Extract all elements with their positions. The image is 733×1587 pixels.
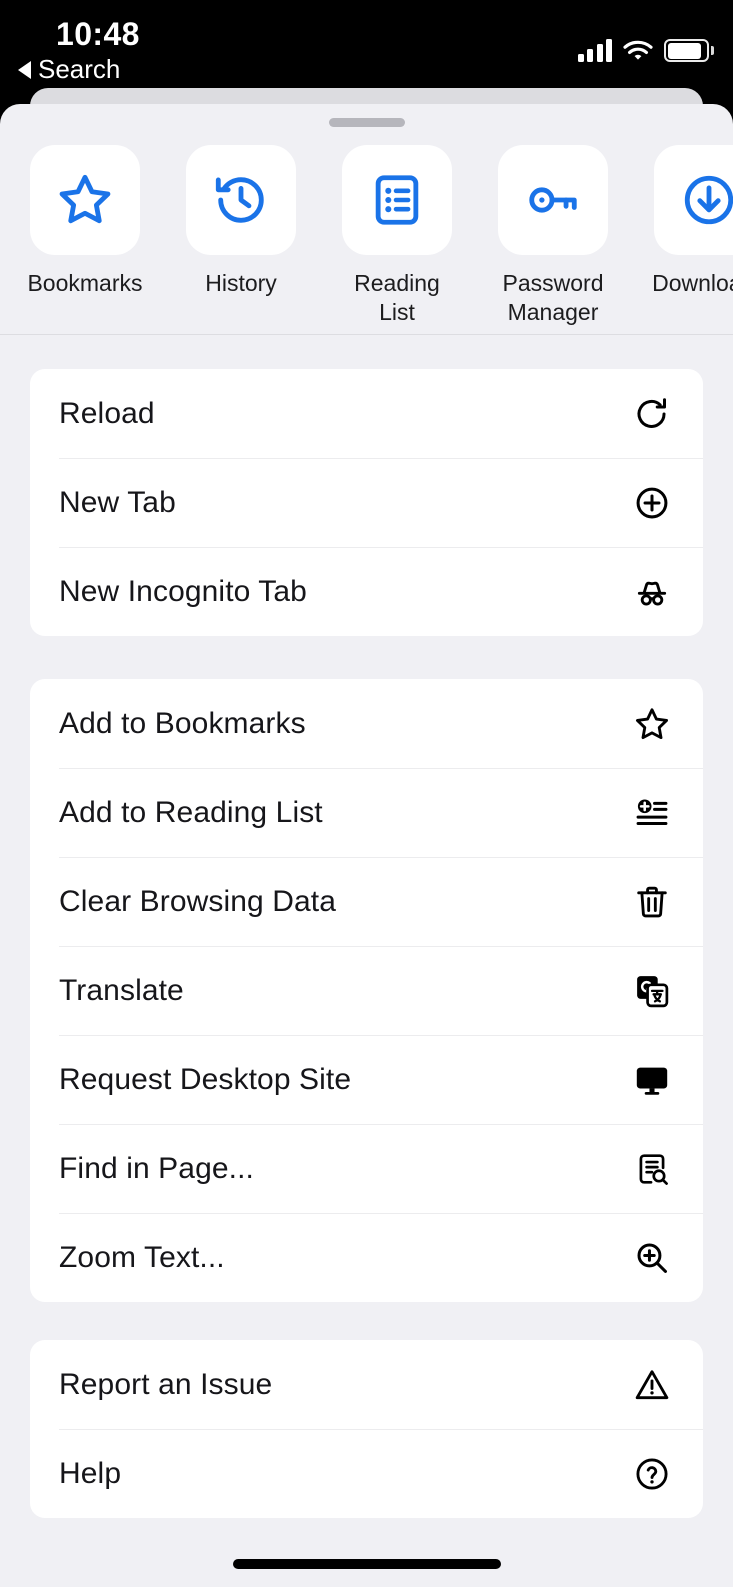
menu-item-request-desktop-site[interactable]: Request Desktop Site <box>30 1035 703 1124</box>
menu-item-new-incognito-tab[interactable]: New Incognito Tab <box>30 547 703 636</box>
key-icon <box>498 145 608 255</box>
shortcut-reading-list[interactable]: Reading List <box>342 145 452 334</box>
desktop-monitor-icon <box>609 1061 695 1099</box>
reading-list-icon <box>342 145 452 255</box>
wifi-icon <box>623 39 653 62</box>
menu-item-clear-browsing-data[interactable]: Clear Browsing Data <box>30 857 703 946</box>
trash-icon <box>609 883 695 921</box>
menu-item-help[interactable]: Help <box>30 1429 703 1518</box>
menu-item-label: Add to Bookmarks <box>59 706 306 740</box>
status-bar-indicators <box>577 28 714 62</box>
help-circle-icon <box>609 1455 695 1493</box>
shortcut-label: Reading List <box>354 270 440 325</box>
shortcut-label: Bookmarks <box>27 270 143 296</box>
zoom-in-magnifier-icon <box>609 1239 695 1277</box>
history-clock-icon <box>186 145 296 255</box>
menu-item-translate[interactable]: Translate <box>30 946 703 1035</box>
menu-item-label: Report an Issue <box>59 1367 273 1401</box>
shortcut-label: History <box>205 270 277 296</box>
menu-item-label: Help <box>59 1456 122 1490</box>
menu-item-label: Find in Page... <box>59 1151 254 1185</box>
menu-item-label: Reload <box>59 396 155 430</box>
shortcut-label: Downloads <box>652 270 733 296</box>
menu-item-label: New Tab <box>59 485 176 519</box>
star-outline-icon <box>609 705 695 743</box>
star-outline-icon <box>30 145 140 255</box>
menu-item-label: Clear Browsing Data <box>59 884 337 918</box>
sheet-grabber[interactable] <box>328 118 405 127</box>
menu-item-add-to-bookmarks[interactable]: Add to Bookmarks <box>30 679 703 768</box>
menu-item-label: Add to Reading List <box>59 795 323 829</box>
shortcuts-divider <box>0 334 733 335</box>
menu-item-new-tab[interactable]: New Tab <box>30 458 703 547</box>
shortcut-history[interactable]: History <box>186 145 296 334</box>
menu-item-find-in-page[interactable]: Find in Page... <box>30 1124 703 1213</box>
menu-item-label: New Incognito Tab <box>59 574 307 608</box>
cellular-signal-icon <box>577 39 612 62</box>
shortcuts-row: Bookmarks History Reading List Password … <box>0 145 733 334</box>
menu-group-3: Report an Issue Help <box>30 1340 703 1518</box>
menu-group-2: Add to Bookmarks Add to Reading List Cle… <box>30 679 703 1302</box>
battery-icon <box>664 39 714 62</box>
menu-item-label: Request Desktop Site <box>59 1062 352 1096</box>
back-triangle-icon <box>18 60 31 79</box>
menu-item-zoom-text[interactable]: Zoom Text... <box>30 1213 703 1302</box>
status-bar: 10:48 Search <box>0 0 733 92</box>
menu-item-report-an-issue[interactable]: Report an Issue <box>30 1340 703 1429</box>
incognito-icon <box>609 573 695 611</box>
translate-icon <box>609 972 695 1010</box>
shortcut-label: Password Manager <box>502 270 604 325</box>
shortcut-password-manager[interactable]: Password Manager <box>498 145 608 334</box>
menu-item-label: Zoom Text... <box>59 1240 225 1274</box>
add-to-reading-list-icon <box>609 794 695 832</box>
plus-circle-icon <box>609 484 695 522</box>
download-circle-icon <box>654 145 733 255</box>
menu-group-1: Reload New Tab New Incognito Tab <box>30 369 703 636</box>
back-to-search-button[interactable]: Search <box>18 54 120 85</box>
menu-item-label: Translate <box>59 973 184 1007</box>
home-indicator <box>232 1559 501 1569</box>
find-in-page-icon <box>609 1150 695 1188</box>
status-bar-time: 10:48 <box>56 16 140 52</box>
shortcut-downloads[interactable]: Downloads <box>652 145 733 334</box>
shortcut-bookmarks[interactable]: Bookmarks <box>27 145 143 334</box>
menu-item-reload[interactable]: Reload <box>30 369 703 458</box>
browser-menu-sheet: Bookmarks History Reading List Password … <box>0 104 733 1587</box>
reload-icon <box>609 395 695 433</box>
menu-item-add-to-reading-list[interactable]: Add to Reading List <box>30 768 703 857</box>
back-label: Search <box>38 54 121 84</box>
warning-triangle-icon <box>609 1366 695 1404</box>
